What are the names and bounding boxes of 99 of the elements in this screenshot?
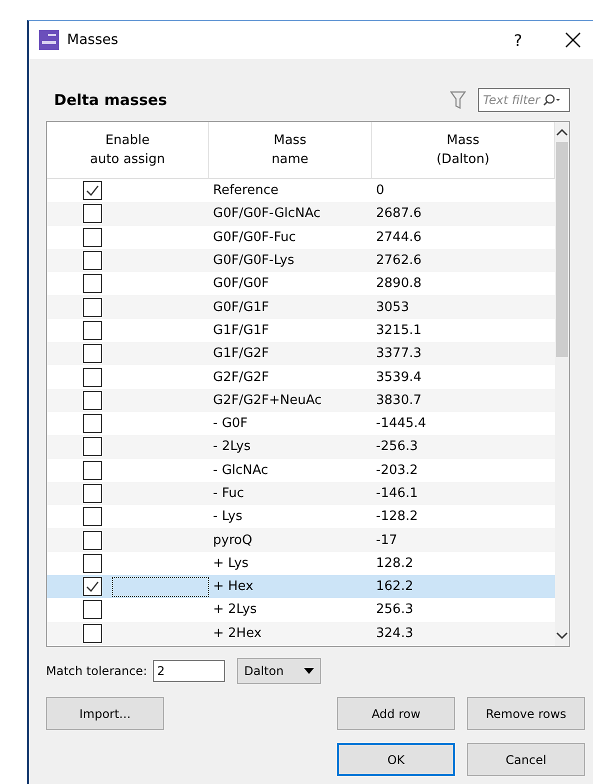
table-cell-text: G0F/G1F (212, 300, 270, 315)
table-row[interactable]: - GlcNAc -203.2 (47, 458, 555, 482)
table-row[interactable]: - 2Lys -256.3 (47, 435, 555, 459)
checkbox[interactable] (83, 414, 102, 434)
table-cell-text: 162.2 (375, 579, 414, 594)
search-icon[interactable] (543, 94, 561, 106)
table-cell-text: G0F/G0F-Lys (212, 253, 296, 268)
checkbox[interactable] (83, 181, 102, 200)
table-cell-text: 3539.4 (375, 370, 422, 385)
checkbox[interactable] (83, 228, 102, 247)
table-cell-text: 2744.6 (375, 230, 422, 245)
table-cell-text: G0F/G0F (212, 276, 270, 292)
checkbox[interactable] (83, 320, 102, 340)
table-cell-text: - 2Lys (212, 439, 252, 454)
table-cell-text: pyroQ (212, 532, 254, 548)
table-cell-text: + Hex (212, 579, 254, 594)
checkbox[interactable] (83, 298, 102, 317)
checkbox[interactable] (83, 344, 102, 364)
table-cell-text: 2890.8 (375, 276, 422, 292)
table-cell-text: 128.2 (375, 556, 414, 571)
checkbox[interactable] (83, 577, 102, 596)
checkbox[interactable] (83, 507, 102, 526)
table-cell-text: 256.3 (375, 602, 414, 618)
dialog-button[interactable]: Remove rows (467, 697, 585, 730)
table-cell-text: G1F/G2F (212, 346, 270, 362)
table-cell-text: 3215.1 (375, 322, 422, 338)
table-cell-text: -17 (375, 532, 398, 548)
checkmark-icon (85, 183, 100, 198)
table-cell-text: - Lys (212, 509, 244, 524)
table-cell-text: G2F/G2F+NeuAc (212, 392, 323, 408)
table-cell-text: - G0F (212, 416, 249, 432)
table-cell-text: G1F/G1F (212, 322, 270, 338)
dialog-button[interactable]: OK (337, 743, 455, 776)
table-row[interactable]: G0F/G1F 3053 (47, 295, 555, 319)
table-row[interactable]: G0F/G0F 2890.8 (47, 272, 555, 296)
table-row[interactable]: + 2Hex 324.3 (47, 622, 555, 645)
checkbox[interactable] (83, 437, 102, 456)
dialog-button[interactable]: Add row (337, 697, 455, 730)
table-cell-text: 3377.3 (375, 346, 422, 362)
table-cell-text: + 2Lys (212, 602, 258, 618)
table-cell-text: 324.3 (375, 626, 414, 641)
column-header[interactable]: Enable auto assign (47, 122, 209, 178)
table-cell-text: 3053 (375, 300, 410, 315)
table-cell-text: G0F/G0F-Fuc (212, 230, 297, 245)
table-cell-text: -1445.4 (375, 416, 428, 432)
help-button[interactable]: ? (503, 30, 533, 50)
table-cell-text: Reference (212, 183, 280, 198)
table-cell-text: -256.3 (375, 439, 419, 454)
table-row[interactable]: G0F/G0F-Fuc 2744.6 (47, 226, 555, 249)
checkbox[interactable] (83, 390, 102, 410)
dropdown-arrow-icon (304, 668, 314, 674)
table-cell-text: + 2Hex (212, 626, 263, 641)
checkbox[interactable] (83, 204, 102, 224)
text-filter-field[interactable]: Text filter (483, 93, 543, 107)
table-row[interactable]: - Fuc -146.1 (47, 482, 555, 506)
column-header[interactable]: Mass name (209, 122, 372, 178)
checkbox[interactable] (83, 530, 102, 550)
checkbox[interactable] (83, 251, 102, 270)
table-cell-text: - GlcNAc (212, 462, 270, 478)
table-cell-text: 3830.7 (375, 392, 422, 408)
tolerance-label: Match tolerance: (46, 664, 148, 678)
table-row[interactable]: - Lys -128.2 (47, 505, 555, 528)
scrollbar[interactable] (555, 122, 569, 646)
table-cell-text: + Lys (212, 556, 250, 571)
table-cell-text: G2F/G2F (212, 370, 270, 385)
window-title: Masses (67, 32, 120, 48)
table-row[interactable]: Reference 0 (47, 179, 555, 202)
section-title: Delta masses (53, 91, 168, 109)
table-cell-text: - Fuc (212, 486, 245, 501)
table-row[interactable]: G2F/G2F+NeuAc 3830.7 (47, 388, 555, 412)
table-row[interactable]: - G0F -1445.4 (47, 412, 555, 436)
table-cell-text: 2762.6 (375, 253, 422, 268)
app-icon (39, 30, 59, 50)
table-cell-text: 0 (375, 183, 386, 198)
dialog-button[interactable]: Cancel (467, 743, 585, 776)
table-cell-text: -203.2 (375, 462, 419, 478)
filter-icon[interactable] (450, 90, 466, 110)
table-row[interactable]: G0F/G0F-Lys 2762.6 (47, 248, 555, 272)
table-cell-text: 2687.6 (375, 206, 422, 222)
table-row[interactable]: G0F/G0F-GlcNAc 2687.6 (47, 202, 555, 226)
checkmark-icon (84, 579, 100, 594)
table-cell-text: -146.1 (375, 486, 419, 501)
table-row[interactable]: G1F/G2F 3377.3 (47, 342, 555, 366)
table-row[interactable]: pyroQ -17 (47, 528, 555, 552)
scroll-thumb[interactable] (556, 142, 568, 357)
table-row[interactable]: + Hex 162.2 (47, 575, 555, 598)
tolerance-field[interactable]: 2 (153, 660, 226, 682)
checkbox[interactable] (83, 624, 102, 643)
filter-box[interactable]: Text filter (478, 88, 570, 112)
checkbox[interactable] (83, 368, 102, 387)
table-cell-text: G0F/G0F-GlcNAc (212, 206, 322, 222)
checkbox[interactable] (83, 484, 102, 503)
table-cell-text: -128.2 (375, 509, 419, 524)
checkbox[interactable] (83, 600, 102, 620)
checkbox[interactable] (83, 554, 102, 573)
checkbox[interactable] (83, 274, 102, 294)
dialog-button[interactable]: Import... (46, 697, 164, 730)
checkbox[interactable] (83, 460, 102, 480)
unit-dropdown[interactable]: Dalton (237, 658, 322, 684)
